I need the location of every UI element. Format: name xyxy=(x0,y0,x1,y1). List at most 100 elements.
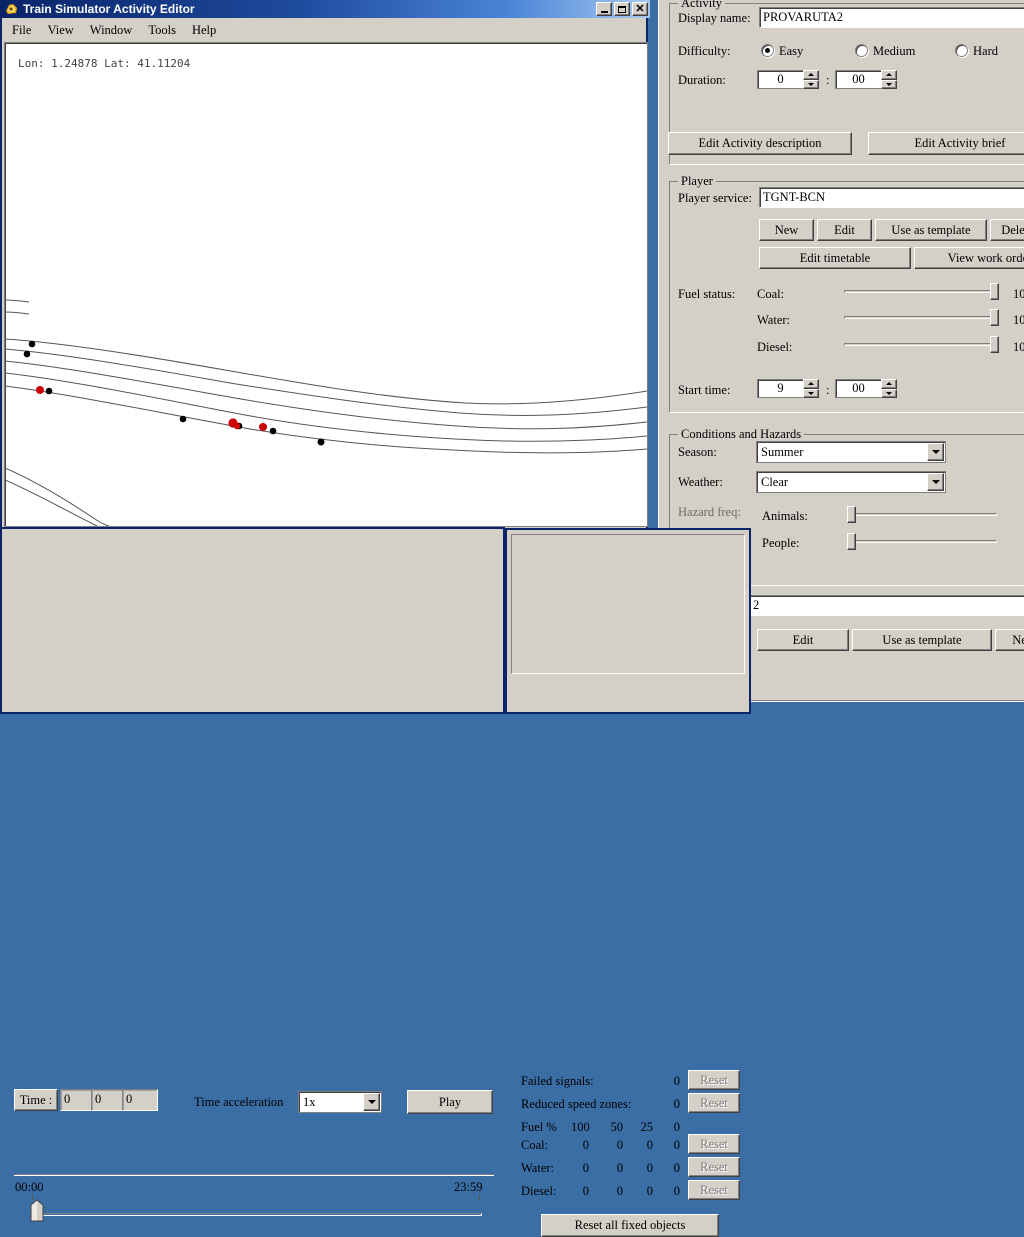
start-time-hours-value[interactable]: 9 xyxy=(757,379,803,398)
bottom-use-as-template-button[interactable]: Use as template xyxy=(852,629,992,651)
track-map-svg xyxy=(5,299,647,526)
time-field-seconds[interactable]: 0 xyxy=(122,1089,158,1111)
fuel-water-label: Water: xyxy=(757,313,791,327)
difficulty-radio-hard[interactable] xyxy=(955,44,968,57)
bottom-service-field[interactable]: 2 xyxy=(749,595,1024,616)
track-map-canvas[interactable] xyxy=(4,42,648,527)
timeline-start-label: 00:00 xyxy=(15,1180,44,1194)
coal-row-label: Coal: xyxy=(521,1138,549,1152)
duration-minutes-down[interactable] xyxy=(881,79,897,89)
water-reset-button[interactable]: Reset xyxy=(688,1157,740,1177)
failed-signals-label: Failed signals: xyxy=(521,1074,594,1088)
display-name-field[interactable]: PROVARUTA2 xyxy=(759,7,1024,28)
player-new-button[interactable]: New xyxy=(759,219,814,241)
player-use-as-template-button[interactable]: Use as template xyxy=(875,219,987,241)
difficulty-radio-easy[interactable] xyxy=(761,44,774,57)
start-time-separator: : xyxy=(826,383,830,397)
start-time-label: Start time: xyxy=(678,383,731,397)
difficulty-label: Difficulty: xyxy=(678,44,731,58)
season-combobox[interactable]: Summer xyxy=(756,441,946,463)
fuel-diesel-value: 100 xyxy=(1013,340,1024,354)
difficulty-radio-medium[interactable] xyxy=(855,44,868,57)
menu-bar: File View Window Tools Help xyxy=(4,20,648,40)
duration-minutes-spinner[interactable]: 00 xyxy=(835,70,897,89)
maximize-icon[interactable] xyxy=(614,2,630,16)
duration-hours-up[interactable] xyxy=(803,70,819,80)
time-acceleration-value: 1x xyxy=(303,1095,316,1109)
fuel-coal-label: Coal: xyxy=(757,287,785,301)
chevron-down-icon[interactable] xyxy=(927,473,944,491)
minimize-icon[interactable] xyxy=(596,2,612,16)
reset-all-fixed-objects-button[interactable]: Reset all fixed objects xyxy=(541,1214,719,1237)
duration-hours-down[interactable] xyxy=(803,79,819,89)
edit-timetable-button[interactable]: Edit timetable xyxy=(759,247,911,269)
difficulty-medium-label: Medium xyxy=(873,44,916,58)
edit-activity-brief-button[interactable]: Edit Activity brief xyxy=(868,132,1024,155)
chevron-down-icon[interactable] xyxy=(363,1093,380,1111)
reduced-speed-zones-reset-button[interactable]: Reset xyxy=(688,1093,740,1113)
train-app-icon xyxy=(4,2,19,16)
fuel-coal-slider[interactable] xyxy=(844,283,999,301)
timeline-thumb[interactable] xyxy=(29,1199,46,1223)
difficulty-easy-label: Easy xyxy=(779,44,804,58)
water-row-label: Water: xyxy=(521,1161,555,1175)
diesel-row-label: Diesel: xyxy=(521,1184,557,1198)
failed-signals-reset-button[interactable]: Reset xyxy=(688,1070,740,1090)
coal-value-0: 0 xyxy=(673,1138,680,1152)
season-value: Summer xyxy=(761,445,804,459)
fuel-status-label: Fuel status: xyxy=(678,287,736,301)
chevron-down-icon[interactable] xyxy=(927,443,944,461)
menu-item-window[interactable]: Window xyxy=(82,21,141,40)
fixed-objects-window: Failed signals: 0 Reset Reduced speed zo… xyxy=(505,528,751,1237)
play-button[interactable]: Play xyxy=(407,1090,493,1114)
reduced-speed-zones-value: 0 xyxy=(673,1097,680,1111)
menu-item-help[interactable]: Help xyxy=(184,21,224,40)
time-button[interactable]: Time : xyxy=(14,1089,58,1111)
bottom-new-button[interactable]: New xyxy=(995,629,1024,651)
start-minutes-up[interactable] xyxy=(881,379,897,389)
start-hours-down[interactable] xyxy=(803,388,819,398)
coal-reset-button[interactable]: Reset xyxy=(688,1134,740,1154)
start-time-hours-spinner[interactable]: 9 xyxy=(757,379,819,398)
window-title: Train Simulator Activity Editor xyxy=(23,2,195,16)
animals-slider[interactable] xyxy=(847,506,997,524)
player-delete-button[interactable]: Delete xyxy=(990,219,1024,241)
people-slider[interactable] xyxy=(847,533,997,551)
time-control-window: Time : 0 0 0 Time acceleration 1x Play 0… xyxy=(0,527,505,1222)
start-time-minutes-value[interactable]: 00 xyxy=(835,379,881,398)
time-acceleration-combobox[interactable]: 1x xyxy=(298,1091,382,1113)
fuel-water-slider[interactable] xyxy=(844,309,999,327)
player-edit-button[interactable]: Edit xyxy=(817,219,872,241)
menu-item-tools[interactable]: Tools xyxy=(140,21,184,40)
animals-label: Animals: xyxy=(762,509,808,523)
start-minutes-down[interactable] xyxy=(881,388,897,398)
duration-hours-value[interactable]: 0 xyxy=(757,70,803,89)
fuel-diesel-slider[interactable] xyxy=(844,336,999,354)
start-hours-up[interactable] xyxy=(803,379,819,389)
coal-value-25: 0 xyxy=(646,1138,653,1152)
menu-item-file[interactable]: File xyxy=(4,21,39,40)
duration-minutes-value[interactable]: 00 xyxy=(835,70,881,89)
player-service-field[interactable]: TGNT-BCN xyxy=(759,187,1024,208)
duration-minutes-up[interactable] xyxy=(881,70,897,80)
screen-root: Activity Display name: PROVARUTA2 Diffic… xyxy=(0,0,1024,1237)
people-label: People: xyxy=(762,536,800,550)
close-icon[interactable]: ✕ xyxy=(632,2,648,16)
bottom-edit-button[interactable]: Edit xyxy=(757,629,849,651)
edit-activity-description-button[interactable]: Edit Activity description xyxy=(668,132,852,155)
timeline-track[interactable] xyxy=(40,1213,482,1216)
fixed-objects-panel xyxy=(511,534,745,674)
water-value-25: 0 xyxy=(646,1161,653,1175)
diesel-reset-button[interactable]: Reset xyxy=(688,1180,740,1200)
hazard-freq-label: Hazard freq: xyxy=(678,505,741,519)
duration-hours-spinner[interactable]: 0 xyxy=(757,70,819,89)
duration-separator: : xyxy=(826,73,830,87)
start-time-minutes-spinner[interactable]: 00 xyxy=(835,379,897,398)
title-bar[interactable]: Train Simulator Activity Editor ✕ xyxy=(2,0,650,18)
player-group-title: Player xyxy=(678,174,716,189)
weather-combobox[interactable]: Clear xyxy=(756,471,946,493)
activity-event-markers xyxy=(36,386,267,431)
menu-item-view[interactable]: View xyxy=(39,21,81,40)
view-work-order-button[interactable]: View work order xyxy=(914,247,1024,269)
fuel-coal-value: 100 xyxy=(1013,287,1024,301)
